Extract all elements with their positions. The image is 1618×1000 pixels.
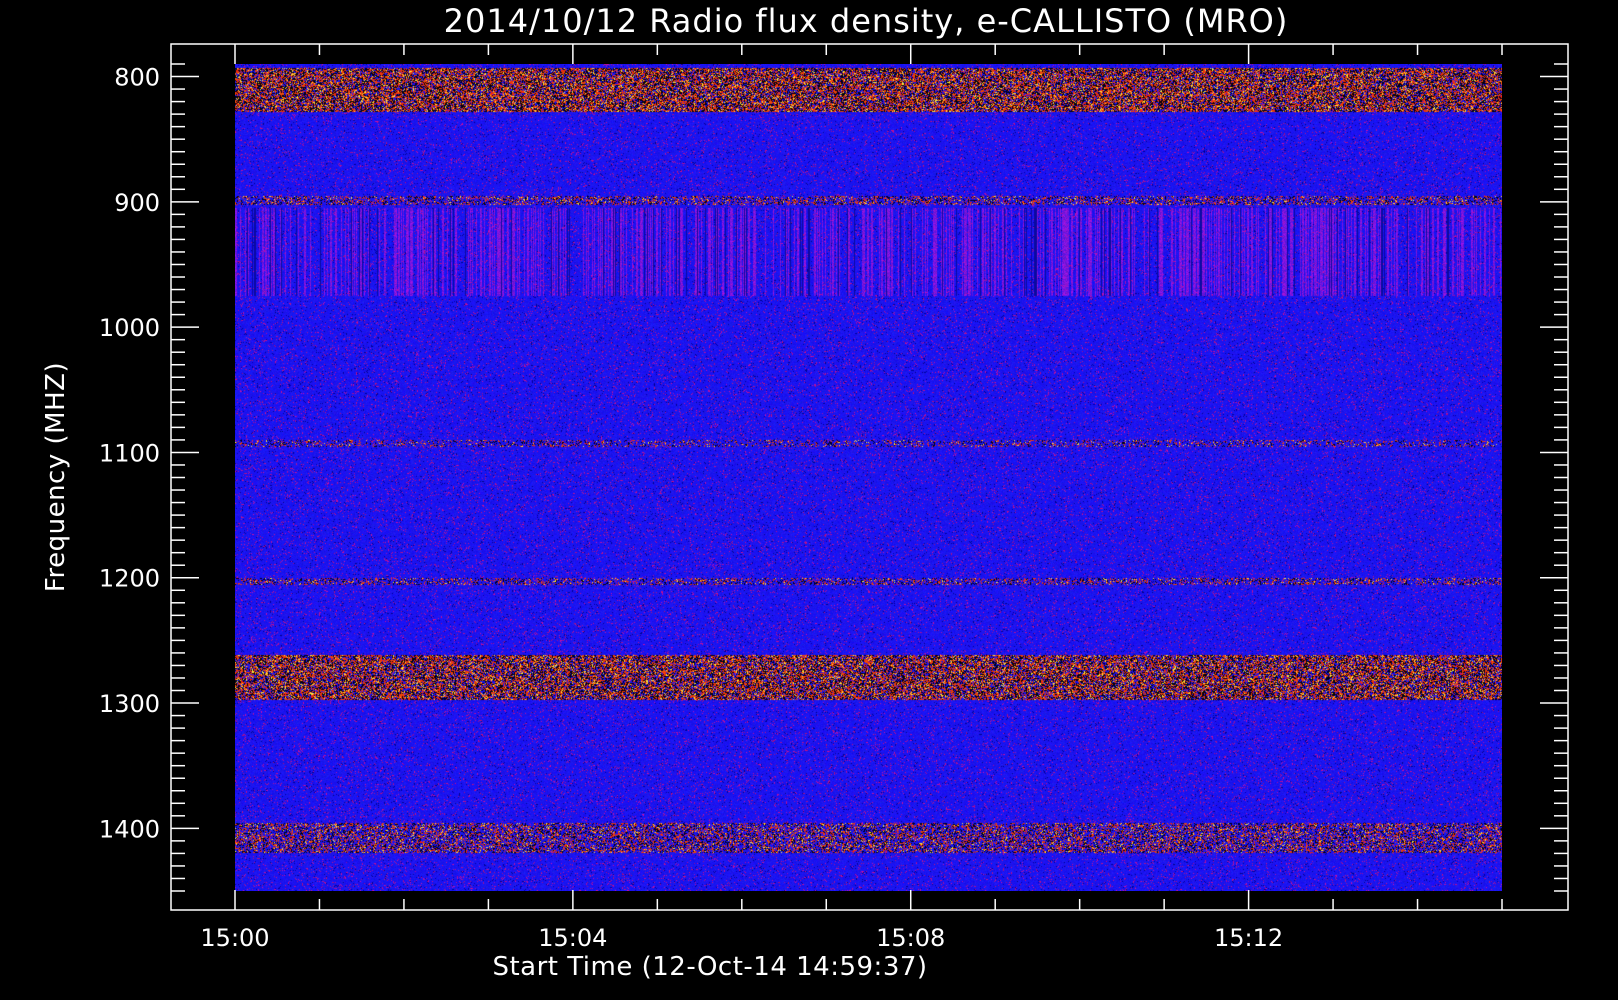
x-tick-label: 15:04 [538, 924, 607, 952]
x-tick-label: 15:00 [200, 924, 269, 952]
spectrogram-chart: 2014/10/12 Radio flux density, e-CALLIST… [0, 0, 1618, 1000]
spectrogram-image-frame [235, 64, 1502, 891]
y-tick-label: 1000 [99, 314, 160, 342]
y-axis-title: Frequency (MHZ) [41, 362, 71, 592]
y-tick-label: 900 [114, 189, 160, 217]
chart-title: 2014/10/12 Radio flux density, e-CALLIST… [444, 2, 1289, 40]
x-axis-title: Start Time (12-Oct-14 14:59:37) [492, 952, 927, 982]
y-tick-label: 1400 [99, 815, 160, 843]
x-tick-label: 15:12 [1214, 924, 1283, 952]
y-tick-label: 1300 [99, 690, 160, 718]
x-tick-label: 15:08 [876, 924, 945, 952]
y-tick-label: 1100 [99, 439, 160, 467]
y-tick-label: 1200 [99, 565, 160, 593]
spectrogram-heatmap [235, 64, 1502, 891]
y-tick-label: 800 [114, 64, 160, 92]
